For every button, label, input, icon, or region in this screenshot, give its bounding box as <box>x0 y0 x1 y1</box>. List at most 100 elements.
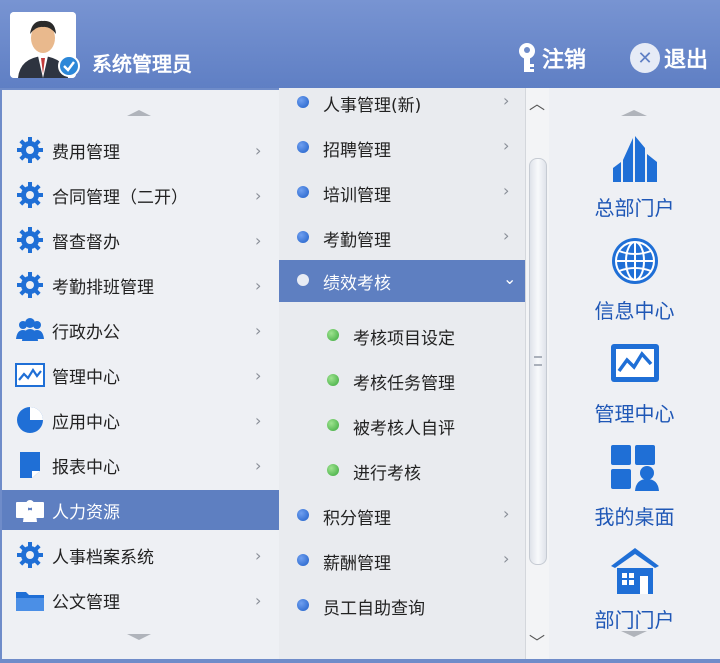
left-item-label: 考勤排班管理 <box>52 277 154 298</box>
gear-icon <box>15 540 45 570</box>
bullet-dot-icon <box>297 96 309 108</box>
mid-item-label: 考核任务管理 <box>353 374 455 394</box>
left-item-document[interactable]: 公文管理 › <box>2 580 279 620</box>
chevron-right-icon: › <box>255 410 262 430</box>
left-item-admin-office[interactable]: 行政办公 › <box>2 310 279 350</box>
mid-item-label: 被考核人自评 <box>353 419 455 439</box>
house-icon <box>611 548 659 594</box>
chevron-right-icon: › <box>255 320 262 340</box>
left-item-label: 管理中心 <box>52 367 120 388</box>
chart-icon <box>15 360 45 390</box>
bullet-dot-icon <box>327 419 339 431</box>
gear-icon <box>15 270 45 300</box>
mid-item-points[interactable]: 积分管理 › <box>279 495 525 535</box>
chevron-right-icon: › <box>255 545 262 565</box>
left-item-expense[interactable]: 费用管理 › <box>2 130 279 170</box>
mid-item-label: 进行考核 <box>353 464 421 484</box>
bullet-dot-icon <box>297 274 309 286</box>
logout-button[interactable]: 注销 <box>514 42 586 74</box>
left-item-personnel-archive[interactable]: 人事档案系统 › <box>2 535 279 575</box>
left-item-supervision[interactable]: 督查督办 › <box>2 220 279 260</box>
left-item-label: 公文管理 <box>52 592 120 613</box>
left-item-label: 报表中心 <box>52 457 120 478</box>
chevron-down-icon[interactable]: ﹀ <box>529 629 545 653</box>
chevron-right-icon: › <box>255 590 262 610</box>
key-icon <box>519 43 535 72</box>
hr-icon <box>15 495 45 525</box>
buildings-icon <box>613 136 657 182</box>
bullet-dot-icon <box>327 329 339 341</box>
bullet-dot-icon <box>297 509 309 521</box>
chevron-right-icon: › <box>503 181 510 200</box>
left-scroll-down-icon[interactable] <box>127 634 151 640</box>
quick-link-label: 我的桌面 <box>594 505 675 529</box>
left-item-contract[interactable]: 合同管理（二开） › <box>2 175 279 215</box>
mid-item-label: 绩效考核 <box>323 274 391 294</box>
left-item-label: 费用管理 <box>52 142 120 163</box>
pie-icon <box>15 405 45 435</box>
mid-item-personnel-new[interactable]: 人事管理(新) › <box>279 88 525 122</box>
chevron-right-icon: › <box>503 91 510 110</box>
desktop-grid-icon <box>611 445 659 491</box>
left-item-label: 合同管理（二开） <box>52 187 188 208</box>
mid-item-label: 考勤管理 <box>323 231 391 251</box>
mid-item-attendance[interactable]: 考勤管理 › <box>279 217 525 257</box>
verified-badge-icon <box>58 55 80 77</box>
mid-item-self-service[interactable]: 员工自助查询 <box>279 585 525 625</box>
mid-item-label: 招聘管理 <box>323 141 391 161</box>
mid-item-recruitment[interactable]: 招聘管理 › <box>279 127 525 167</box>
people-icon <box>15 315 45 345</box>
quick-link-management-center[interactable]: 管理中心 <box>549 338 720 438</box>
mid-item-label: 人事管理(新) <box>323 96 422 116</box>
chevron-right-icon: › <box>255 365 262 385</box>
left-item-management-center[interactable]: 管理中心 › <box>2 355 279 395</box>
quick-link-hq-portal[interactable]: 总部门户 <box>549 132 720 232</box>
quick-link-label: 管理中心 <box>594 402 675 426</box>
user-name: 系统管理员 <box>92 52 192 76</box>
mid-subitem-assessment-setup[interactable]: 考核项目设定 <box>279 315 525 355</box>
mid-item-label: 考核项目设定 <box>353 329 455 349</box>
sub-menu-scrollbar[interactable]: ︿ ﹀ <box>525 88 549 659</box>
left-item-label: 行政办公 <box>52 322 120 343</box>
mid-subitem-conduct-assessment[interactable]: 进行考核 <box>279 450 525 490</box>
left-item-attendance-shift[interactable]: 考勤排班管理 › <box>2 265 279 305</box>
left-scroll-up-icon[interactable] <box>127 110 151 116</box>
quick-link-info-center[interactable]: 信息中心 <box>549 235 720 335</box>
exit-button[interactable]: ✕ 退出 <box>630 42 708 74</box>
monitor-chart-icon <box>611 344 659 382</box>
left-item-report-center[interactable]: 报表中心 › <box>2 445 279 485</box>
left-menu: 费用管理 › 合同管理（二开） › 督查督办 › 考勤排班管理 › 行政办公 ›… <box>2 90 279 659</box>
mid-item-performance[interactable]: 绩效考核 ⌄ <box>279 260 525 302</box>
exit-label: 退出 <box>664 48 709 73</box>
right-scroll-up-icon[interactable] <box>621 110 647 116</box>
sub-menu: 人事管理(新) › 招聘管理 › 培训管理 › 考勤管理 › 绩效考核 ⌄ 考核… <box>279 88 525 659</box>
quick-link-my-desktop[interactable]: 我的桌面 <box>549 441 720 541</box>
bullet-dot-icon <box>327 374 339 386</box>
main-frame: 费用管理 › 合同管理（二开） › 督查督办 › 考勤排班管理 › 行政办公 ›… <box>0 88 720 663</box>
chevron-right-icon: › <box>503 504 510 523</box>
chevron-right-icon: › <box>503 136 510 155</box>
right-scroll-down-icon[interactable] <box>621 631 647 637</box>
quick-link-dept-portal[interactable]: 部门门户 <box>549 544 720 644</box>
mid-subitem-assessment-task[interactable]: 考核任务管理 <box>279 360 525 400</box>
quick-link-label: 部门门户 <box>594 608 675 632</box>
gear-icon <box>15 135 45 165</box>
left-item-human-resources[interactable]: 人力资源 <box>2 490 279 530</box>
chevron-down-icon: ⌄ <box>503 269 517 288</box>
chevron-right-icon: › <box>255 185 262 205</box>
chevron-right-icon: › <box>255 140 262 160</box>
bullet-dot-icon <box>297 186 309 198</box>
chevron-up-icon[interactable]: ︿ <box>529 90 545 114</box>
bullet-dot-icon <box>297 599 309 611</box>
chevron-right-icon: › <box>255 275 262 295</box>
grip-icon <box>534 356 542 366</box>
mid-subitem-self-evaluation[interactable]: 被考核人自评 <box>279 405 525 445</box>
chevron-right-icon: › <box>503 549 510 568</box>
mid-item-salary[interactable]: 薪酬管理 › <box>279 540 525 580</box>
left-item-label: 人力资源 <box>52 502 120 523</box>
logout-label: 注销 <box>542 48 587 73</box>
left-item-app-center[interactable]: 应用中心 › <box>2 400 279 440</box>
mid-item-training[interactable]: 培训管理 › <box>279 172 525 212</box>
mid-item-label: 员工自助查询 <box>323 599 425 619</box>
report-icon <box>15 450 45 480</box>
